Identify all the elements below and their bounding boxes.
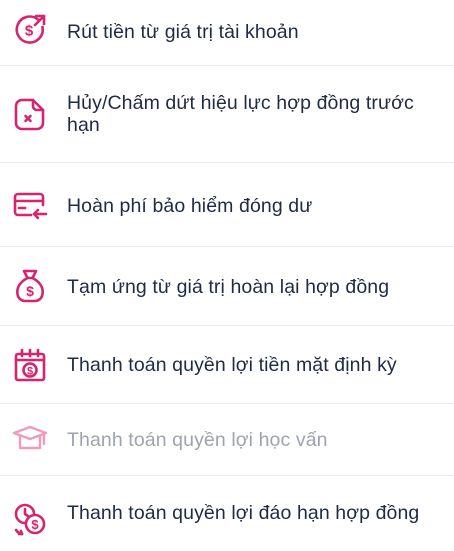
svg-text:$: $ xyxy=(26,283,34,299)
cancel-document-icon xyxy=(12,96,48,132)
card-refund-icon xyxy=(12,187,48,223)
payment-options-list: $ Rút tiền từ giá trị tài khoản Hủy/Chấm… xyxy=(0,0,454,551)
maturity-payment-icon: $ xyxy=(12,501,48,537)
menu-item-label: Tạm ứng từ giá trị hoàn lại hợp đồng xyxy=(67,276,390,298)
menu-item-periodic-cash[interactable]: $ Thanh toán quyền lợi tiền mặt định kỳ xyxy=(0,326,454,404)
svg-text:$: $ xyxy=(25,23,34,40)
withdraw-money-icon: $ xyxy=(12,12,48,48)
menu-item-label: Thanh toán quyền lợi học vấn xyxy=(67,429,328,451)
menu-item-cancel-contract[interactable]: Hủy/Chấm dứt hiệu lực hợp đồng trước hạn xyxy=(0,66,454,163)
menu-item-label: Thanh toán quyền lợi tiền mặt định kỳ xyxy=(67,354,397,376)
money-bag-icon: $ xyxy=(12,268,48,304)
menu-item-maturity[interactable]: $ Thanh toán quyền lợi đáo hạn hợp đồng xyxy=(0,476,454,551)
calendar-dollar-icon: $ xyxy=(12,347,48,383)
menu-item-label: Thanh toán quyền lợi đáo hạn hợp đồng xyxy=(67,502,420,524)
graduation-cap-icon xyxy=(12,422,48,458)
menu-item-education[interactable]: Thanh toán quyền lợi học vấn xyxy=(0,404,454,476)
menu-item-label: Hủy/Chấm dứt hiệu lực hợp đồng trước hạn xyxy=(67,92,414,136)
menu-item-refund-premium[interactable]: Hoàn phí bảo hiểm đóng dư xyxy=(0,163,454,247)
menu-item-label: Hoàn phí bảo hiểm đóng dư xyxy=(67,195,313,217)
menu-item-withdraw[interactable]: $ Rút tiền từ giá trị tài khoản xyxy=(0,0,454,66)
menu-item-label: Rút tiền từ giá trị tài khoản xyxy=(67,21,299,43)
svg-text:$: $ xyxy=(27,366,33,378)
menu-item-advance[interactable]: $ Tạm ứng từ giá trị hoàn lại hợp đồng xyxy=(0,247,454,326)
svg-text:$: $ xyxy=(31,517,39,532)
